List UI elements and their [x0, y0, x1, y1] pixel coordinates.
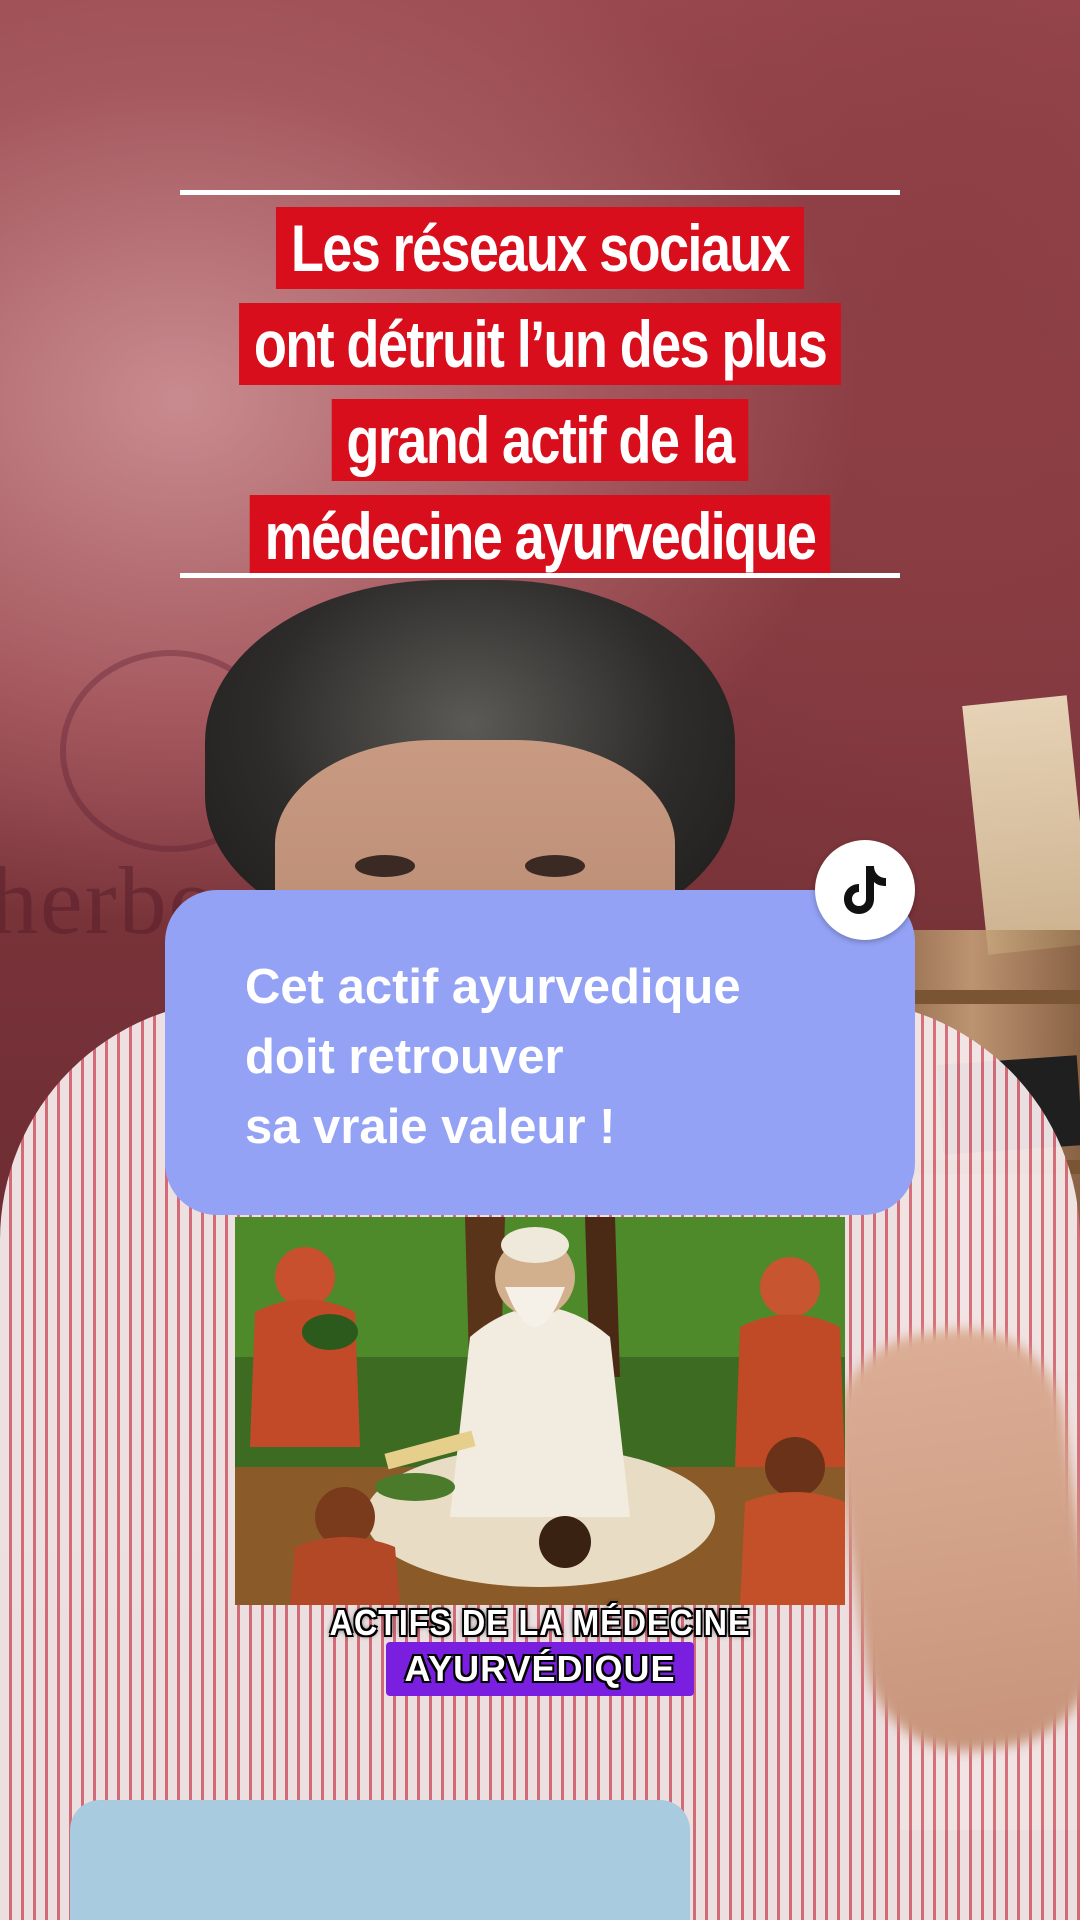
video-frame[interactable]: herbo Les réseaux sociaux ont détruit l’… [0, 0, 1080, 1920]
person-jeans [70, 1800, 690, 1920]
headline: Les réseaux sociaux ont détruit l’un des… [220, 200, 860, 584]
caption-line-2: AYURVÉDIQUE [386, 1642, 694, 1696]
caption-line-1: ACTIFS DE LA MÉDECINE [329, 1602, 751, 1643]
person-eye [355, 855, 415, 877]
comment-reply-bubble[interactable]: Cet actif ayurvedique doit retrouver sa … [165, 890, 915, 1215]
comment-line: doit retrouver [245, 1030, 564, 1084]
paper-bag [962, 695, 1080, 955]
comment-line: sa vraie valeur ! [245, 1100, 616, 1154]
ayurvedic-sage-painting [235, 1217, 845, 1605]
headline-line: ont détruit l’un des plus [239, 303, 841, 385]
headline-line: grand actif de la [331, 399, 749, 481]
person-eye [525, 855, 585, 877]
caption-line-2-wrap: AYURVÉDIQUE [0, 1642, 1080, 1696]
headline-line: médecine ayurvedique [249, 495, 831, 577]
comment-text: Cet actif ayurvedique doit retrouver sa … [245, 952, 741, 1162]
tiktok-logo-icon [815, 840, 915, 940]
headline-top-rule [180, 190, 900, 195]
headline-line: Les réseaux sociaux [276, 207, 804, 289]
shelf-board [900, 990, 1080, 1004]
comment-line: Cet actif ayurvedique [245, 960, 741, 1014]
headline-bottom-rule [180, 573, 900, 578]
